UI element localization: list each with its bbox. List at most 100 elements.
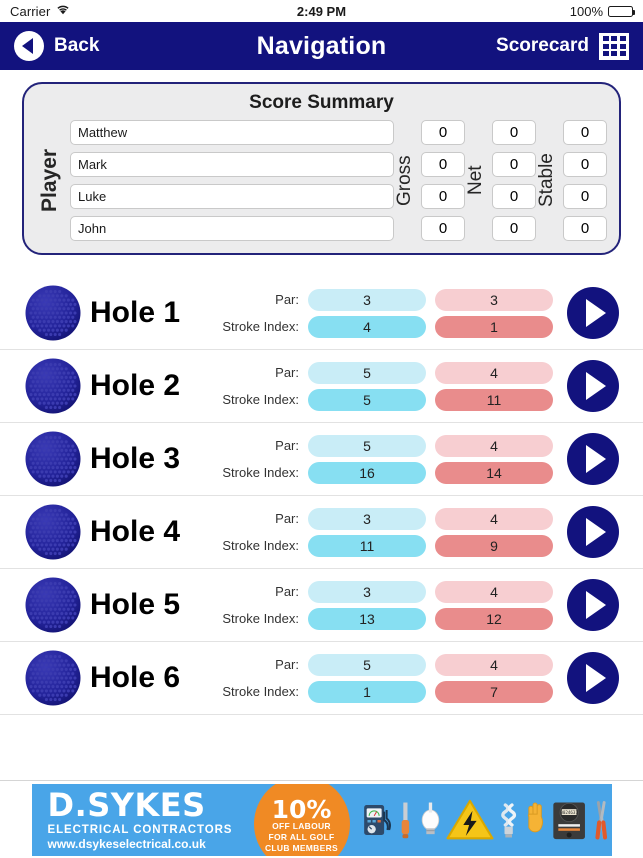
pink-tee-stroke-index-pill: 7 [435,680,553,703]
blue-tee-stroke-index-pill: 16 [308,461,426,484]
pink-tee-stroke-index-pill: 12 [435,607,553,630]
score-summary-title: Score Summary [249,92,394,113]
hole-stats: Par: Stroke Index: 3 11 4 9 [222,507,553,557]
gross-score-box[interactable]: 0 [421,152,465,177]
lightbulb-icon [422,802,440,834]
net-score-box[interactable]: 0 [492,152,536,177]
pink-tee-column: 49 [435,507,553,557]
net-score-box[interactable]: 0 [492,216,536,241]
par-label: Par: [275,291,299,307]
hole-row[interactable]: Hole 5 Par: Stroke Index: 3 13 4 12 [0,569,643,642]
hole-name-label: Hole 1 [90,296,181,329]
hole-name-label: Hole 3 [90,442,181,475]
blue-tee-par-pill: 5 [308,361,426,384]
back-button-label: Back [54,35,100,56]
player-name-input[interactable]: John [70,216,394,241]
stroke-index-label: Stroke Index: [222,537,299,553]
hole-stat-labels: Par: Stroke Index: [222,508,299,557]
play-arrow-icon [586,664,606,692]
play-hole-button[interactable] [567,652,619,704]
play-hole-button[interactable] [567,433,619,485]
hole-stat-labels: Par: Stroke Index: [222,581,299,630]
hole-stat-labels: Par: Stroke Index: [222,362,299,411]
hole-row[interactable]: Hole 6 Par: Stroke Index: 5 1 4 7 [0,642,643,715]
status-bar-right: 100% [569,3,635,19]
golf-ball-icon [24,576,82,634]
stable-score-box[interactable]: 0 [563,120,607,145]
player-name-input[interactable]: Mark [70,152,394,177]
discount-line-1: OFF LABOUR [272,821,331,832]
advertisement-tool-icons: 0024631 [350,784,612,856]
blue-tee-stroke-index-pill: 1 [308,680,426,703]
advertiser-url: www.dsykeselectrical.co.uk [47,836,206,851]
player-column-label: Player [38,148,61,213]
scorecard-button[interactable]: Scorecard [496,32,629,60]
blue-tee-column: 3 13 [308,580,426,630]
hole-stats: Par: Stroke Index: 5 16 4 14 [222,434,553,484]
golf-ball-icon [24,649,82,707]
gross-score-box[interactable]: 0 [421,120,465,145]
pink-tee-par-pill: 4 [435,361,553,384]
play-hole-button[interactable] [567,360,619,412]
battery-percent-label: 100% [569,3,603,19]
hole-row[interactable]: Hole 4 Par: Stroke Index: 3 11 4 9 [0,496,643,569]
par-label: Par: [275,510,299,526]
play-hole-button[interactable] [567,579,619,631]
scorecard-button-label: Scorecard [496,35,589,56]
advertisement-banner[interactable]: D.SYKES ELECTRICAL CONTRACTORS www.dsyke… [0,780,643,858]
hole-stats: Par: Stroke Index: 3 13 4 12 [222,580,553,630]
play-arrow-icon [586,445,606,473]
gross-score-box[interactable]: 0 [421,216,465,241]
player-name-column: Matthew Mark Luke John [64,120,394,241]
pink-tee-stroke-index-pill: 14 [435,461,553,484]
stable-score-box[interactable]: 0 [563,216,607,241]
hole-row[interactable]: Hole 1 Par: Stroke Index: 3 4 3 1 [0,277,643,350]
score-summary-section: Score Summary Player Matthew Mark Luke J… [0,70,643,255]
hole-stat-labels: Par: Stroke Index: [222,435,299,484]
discount-line-3: CLUB MEMBERS [264,842,338,853]
net-score-box[interactable]: 0 [492,120,536,145]
net-score-column: 0 0 0 0 [492,120,536,241]
score-summary-panel: Score Summary Player Matthew Mark Luke J… [22,82,621,255]
cfl-bulb-icon [501,802,517,837]
discount-line-2: FOR ALL GOLF [268,832,335,843]
par-label: Par: [275,583,299,599]
play-hole-button[interactable] [567,506,619,558]
blue-tee-column: 51 [308,653,426,703]
nav-bar: Back Navigation Scorecard [0,22,643,70]
golf-ball-icon [24,503,82,561]
pink-tee-column: 31 [435,288,553,338]
pink-tee-par-pill: 4 [435,434,553,457]
pink-tee-column: 4 11 [435,361,553,411]
blue-tee-par-pill: 5 [308,653,426,676]
pink-tee-stroke-index-pill: 1 [435,315,553,338]
back-button[interactable]: Back [14,31,99,61]
stable-score-box[interactable]: 0 [563,184,607,209]
grid-icon [599,32,629,60]
stable-score-column: 0 0 0 0 [563,120,607,241]
hole-row[interactable]: Hole 3 Par: Stroke Index: 5 16 4 14 [0,423,643,496]
player-name-input[interactable]: Luke [70,184,394,209]
net-score-box[interactable]: 0 [492,184,536,209]
blue-tee-column: 5 16 [308,434,426,484]
hole-row[interactable]: Hole 2 Par: Stroke Index: 5 5 4 11 [0,350,643,423]
pink-tee-par-pill: 4 [435,653,553,676]
hole-name-label: Hole 6 [90,661,181,694]
advertisement-text-block: D.SYKES ELECTRICAL CONTRACTORS www.dsyke… [32,789,233,851]
status-bar: Carrier 2:49 PM 100% [0,0,643,22]
blue-tee-stroke-index-pill: 4 [308,315,426,338]
hole-name-label: Hole 2 [90,369,181,402]
stroke-index-label: Stroke Index: [222,318,299,334]
discount-badge: 10% OFF LABOUR FOR ALL GOLF CLUB MEMBERS [253,783,350,856]
play-hole-button[interactable] [567,287,619,339]
discount-percent: 10% [271,794,332,824]
gross-score-box[interactable]: 0 [421,184,465,209]
hole-list: Hole 1 Par: Stroke Index: 3 4 3 1 Hole 2 Par: Str… [0,277,643,715]
blue-tee-stroke-index-pill: 13 [308,607,426,630]
stable-score-box[interactable]: 0 [563,152,607,177]
par-label: Par: [275,437,299,453]
play-arrow-icon [586,299,606,327]
pink-tee-par-pill: 4 [435,580,553,603]
player-name-input[interactable]: Matthew [70,120,394,145]
pink-tee-column: 4 12 [435,580,553,630]
